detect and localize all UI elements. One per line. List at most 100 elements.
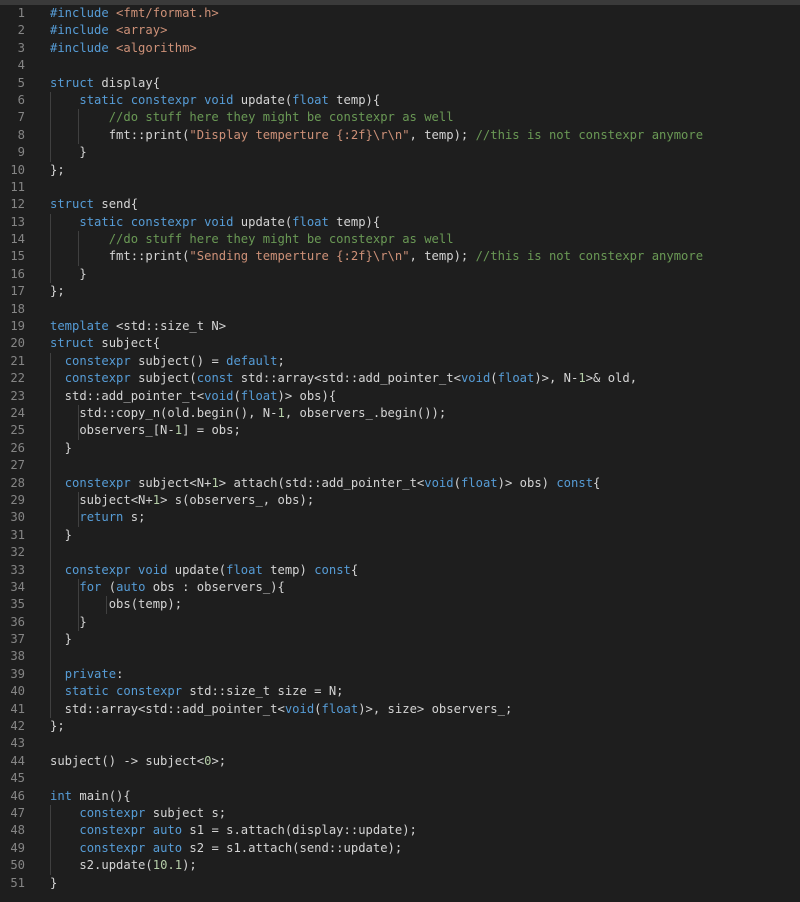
code-line[interactable]: 33 constexpr void update(float temp) con… xyxy=(0,561,800,579)
line-number: 37 xyxy=(10,632,25,647)
code-line[interactable]: 41 std::array<std::add_pointer_t<void(fl… xyxy=(0,700,800,719)
code-line[interactable]: 6 static constexpr void update(float tem… xyxy=(0,91,800,110)
code-token: } xyxy=(50,875,58,890)
line-number: 7 xyxy=(17,110,25,125)
code-token: ; xyxy=(277,353,285,368)
code-line[interactable]: 15 fmt::print("Sending temperture {:2f}\… xyxy=(0,248,800,266)
code-line[interactable]: 31 } xyxy=(0,526,800,545)
code-line[interactable]: 10}; xyxy=(0,162,800,179)
code-token: static constexpr void xyxy=(79,92,234,107)
line-number: 24 xyxy=(10,405,25,420)
line-text: constexpr auto s2 = s1.attach(send::upda… xyxy=(50,840,402,857)
code-token: constexpr xyxy=(79,805,146,820)
code-line[interactable]: 50 s2.update(10.1); xyxy=(0,857,800,875)
code-line[interactable]: 30 return s; xyxy=(0,509,800,527)
code-token: auto xyxy=(116,579,146,594)
code-line[interactable]: 21 constexpr subject() = default; xyxy=(0,352,800,371)
code-line[interactable]: 38 xyxy=(0,648,800,666)
code-line[interactable]: 16 } xyxy=(0,265,800,284)
code-token: static constexpr void xyxy=(79,214,234,229)
code-line[interactable]: 22 constexpr subject(const std::array<st… xyxy=(0,370,800,388)
line-number: 30 xyxy=(10,510,25,525)
code-line[interactable]: 14 //do stuff here they might be constex… xyxy=(0,231,800,249)
code-line[interactable]: 20 struct subject{ xyxy=(0,335,800,352)
code-token: observers_[N- xyxy=(50,423,175,438)
code-token: temp) xyxy=(262,562,315,577)
code-line[interactable]: 42}; xyxy=(0,718,800,735)
code-line[interactable]: 29 subject<N+1> s(observers_, obs); xyxy=(0,491,800,510)
code-area[interactable]: 1 #include <fmt/format.h> 2 #include <array… xyxy=(0,5,800,892)
code-token: void xyxy=(460,371,491,386)
code-line[interactable]: 45 xyxy=(0,770,800,787)
line-text: constexpr auto s1 = s.attach(display::up… xyxy=(50,822,417,839)
code-line[interactable]: 12 struct send{ xyxy=(0,196,800,213)
code-token: constexpr xyxy=(64,371,131,386)
code-line[interactable]: 34 for (auto obs : observers_){ xyxy=(0,578,800,597)
code-token: template xyxy=(50,319,109,334)
code-line[interactable]: 39 private: xyxy=(0,665,800,684)
code-line[interactable]: 17}; xyxy=(0,283,800,300)
code-line[interactable]: 19 template <std::size_t N> xyxy=(0,318,800,335)
code-line[interactable]: 37 } xyxy=(0,631,800,649)
code-line[interactable]: 24 std::copy_n(old.begin(), N-1, observe… xyxy=(0,404,800,423)
line-text: obs(temp); xyxy=(50,596,182,613)
code-line[interactable]: 9 } xyxy=(0,144,800,162)
code-token: "Sending temperture {:2f}\r\n" xyxy=(189,249,410,264)
line-number: 32 xyxy=(10,545,25,560)
code-line[interactable]: 2 #include <array> xyxy=(0,22,800,39)
code-line[interactable]: 18 xyxy=(0,301,800,318)
code-token: ); xyxy=(182,858,197,873)
code-token: 10.1 xyxy=(152,858,183,873)
code-line[interactable]: 8 fmt::print("Display temperture {:2f}\r… xyxy=(0,126,800,145)
code-line[interactable]: 26 } xyxy=(0,439,800,458)
code-token: , temp); xyxy=(409,127,476,142)
code-token: <std::size_t N> xyxy=(108,319,227,334)
code-token: void xyxy=(284,701,315,716)
code-editor[interactable]: 1 #include <fmt/format.h> 2 #include <array… xyxy=(0,0,800,902)
line-number: 9 xyxy=(17,145,25,160)
code-line[interactable]: 43 xyxy=(0,735,800,752)
line-number: 16 xyxy=(10,266,25,281)
line-text: #include <fmt/format.h> xyxy=(50,5,219,22)
code-line[interactable]: 44 subject() -> subject<0>; xyxy=(0,753,800,770)
code-line[interactable]: 36 } xyxy=(0,613,800,632)
code-line[interactable]: 35 obs(temp); xyxy=(0,596,800,614)
code-line[interactable]: 51} xyxy=(0,875,800,892)
code-line[interactable]: 27 xyxy=(0,457,800,475)
code-line[interactable]: 46 int main(){ xyxy=(0,788,800,805)
line-text: std::copy_n(old.begin(), N-1, observers_… xyxy=(50,405,446,422)
code-line[interactable]: 47 constexpr subject s; xyxy=(0,804,800,823)
code-line[interactable]: 7 //do stuff here they might be constexp… xyxy=(0,109,800,127)
code-line[interactable]: 48 constexpr auto s1 = s.attach(display:… xyxy=(0,822,800,840)
code-token: >; xyxy=(211,753,227,768)
code-line[interactable]: 25 observers_[N-1] = obs; xyxy=(0,422,800,440)
code-line[interactable]: 11 xyxy=(0,179,800,196)
code-line[interactable]: 4 xyxy=(0,57,800,74)
line-text: private: xyxy=(50,666,124,683)
line-number: 44 xyxy=(10,753,25,768)
code-line[interactable]: 49 constexpr auto s2 = s1.attach(send::u… xyxy=(0,839,800,858)
code-line[interactable]: 13 static constexpr void update(float te… xyxy=(0,213,800,232)
code-line[interactable]: 1 #include <fmt/format.h> xyxy=(0,5,800,22)
code-token: #include xyxy=(50,23,117,38)
code-token: struct xyxy=(50,336,95,351)
line-number: 35 xyxy=(10,597,25,612)
line-number: 20 xyxy=(10,336,25,351)
code-line[interactable]: 23 std::add_pointer_t<void(float)> obs){ xyxy=(0,387,800,405)
code-line[interactable]: 28 constexpr subject<N+1> attach(std::ad… xyxy=(0,474,800,492)
line-number: 27 xyxy=(10,458,25,473)
line-text: } xyxy=(50,144,86,161)
code-token: } xyxy=(50,440,73,455)
code-line[interactable]: 40 static constexpr std::size_t size = N… xyxy=(0,683,800,701)
line-text: } xyxy=(50,266,86,283)
code-line[interactable]: 32 xyxy=(0,544,800,562)
code-token: default xyxy=(226,353,278,368)
code-line[interactable]: 5 struct display{ xyxy=(0,75,800,92)
code-line[interactable]: 3 #include <algorithm> xyxy=(0,40,800,57)
line-number: 17 xyxy=(10,284,25,299)
code-token: subject() -> subject< xyxy=(50,753,205,768)
